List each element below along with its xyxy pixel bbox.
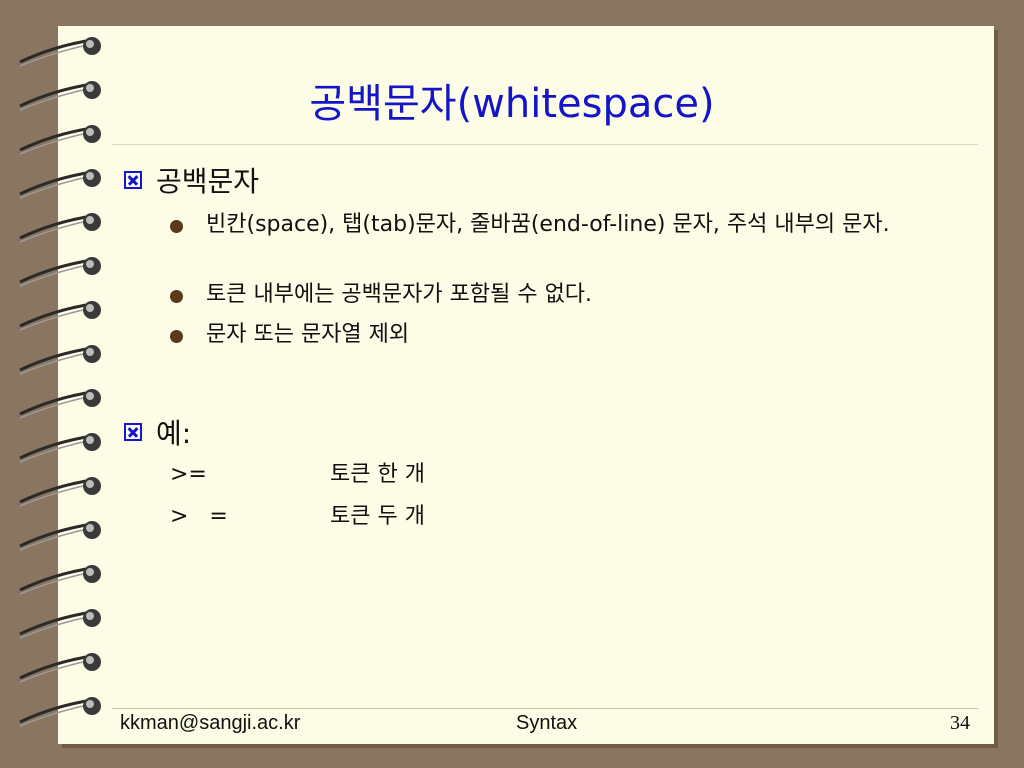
- example-code: >=: [170, 462, 207, 487]
- example-desc: 토큰 한 개: [330, 462, 425, 487]
- section-heading-text: 공백문자: [156, 165, 260, 198]
- spiral-ring-icon: [19, 477, 101, 507]
- spiral-ring-icon: [19, 697, 101, 727]
- example-desc: 토큰 두 개: [330, 504, 425, 529]
- list-item: 토큰 내부에는 공백문자가 포함될 수 없다.: [206, 282, 593, 307]
- list-item: 빈칸(space), 탭(tab)문자, 줄바꿈(end-of-line) 문자…: [206, 212, 890, 237]
- slide-title: 공백문자(whitespace): [309, 81, 715, 127]
- checkbox-x-icon: [124, 423, 142, 441]
- section-heading-text: 예:: [156, 417, 192, 450]
- footer-page-number: 34: [950, 712, 970, 734]
- spiral-ring-icon: [19, 433, 101, 463]
- spiral-ring-icon: [19, 345, 101, 375]
- slide-page: [58, 26, 994, 744]
- spiral-ring-icon: [19, 609, 101, 639]
- spiral-ring-icon: [19, 653, 101, 683]
- spiral-ring-icon: [19, 169, 101, 199]
- spiral-ring-icon: [19, 389, 101, 419]
- checkbox-x-icon: [124, 171, 142, 189]
- section-heading: 예:: [124, 414, 191, 450]
- spiral-ring-icon: [19, 213, 101, 243]
- example-row: > = 토큰 두 개: [170, 500, 425, 534]
- spiral-ring-icon: [19, 521, 101, 551]
- spiral-ring-icon: [19, 301, 101, 331]
- section-heading: 공백문자: [124, 162, 259, 198]
- spiral-ring-icon: [19, 565, 101, 595]
- spiral-ring-icon: [19, 37, 101, 67]
- footer-divider: [112, 708, 978, 709]
- list-item: 문자 또는 문자열 제외: [206, 322, 410, 347]
- footer-email: kkman@sangji.ac.kr: [120, 712, 301, 734]
- spiral-ring-icon: [19, 257, 101, 287]
- footer-topic: Syntax: [516, 712, 578, 734]
- example-code: > =: [170, 504, 228, 529]
- example-row: >= 토큰 한 개: [170, 458, 425, 492]
- title-divider: [112, 144, 978, 145]
